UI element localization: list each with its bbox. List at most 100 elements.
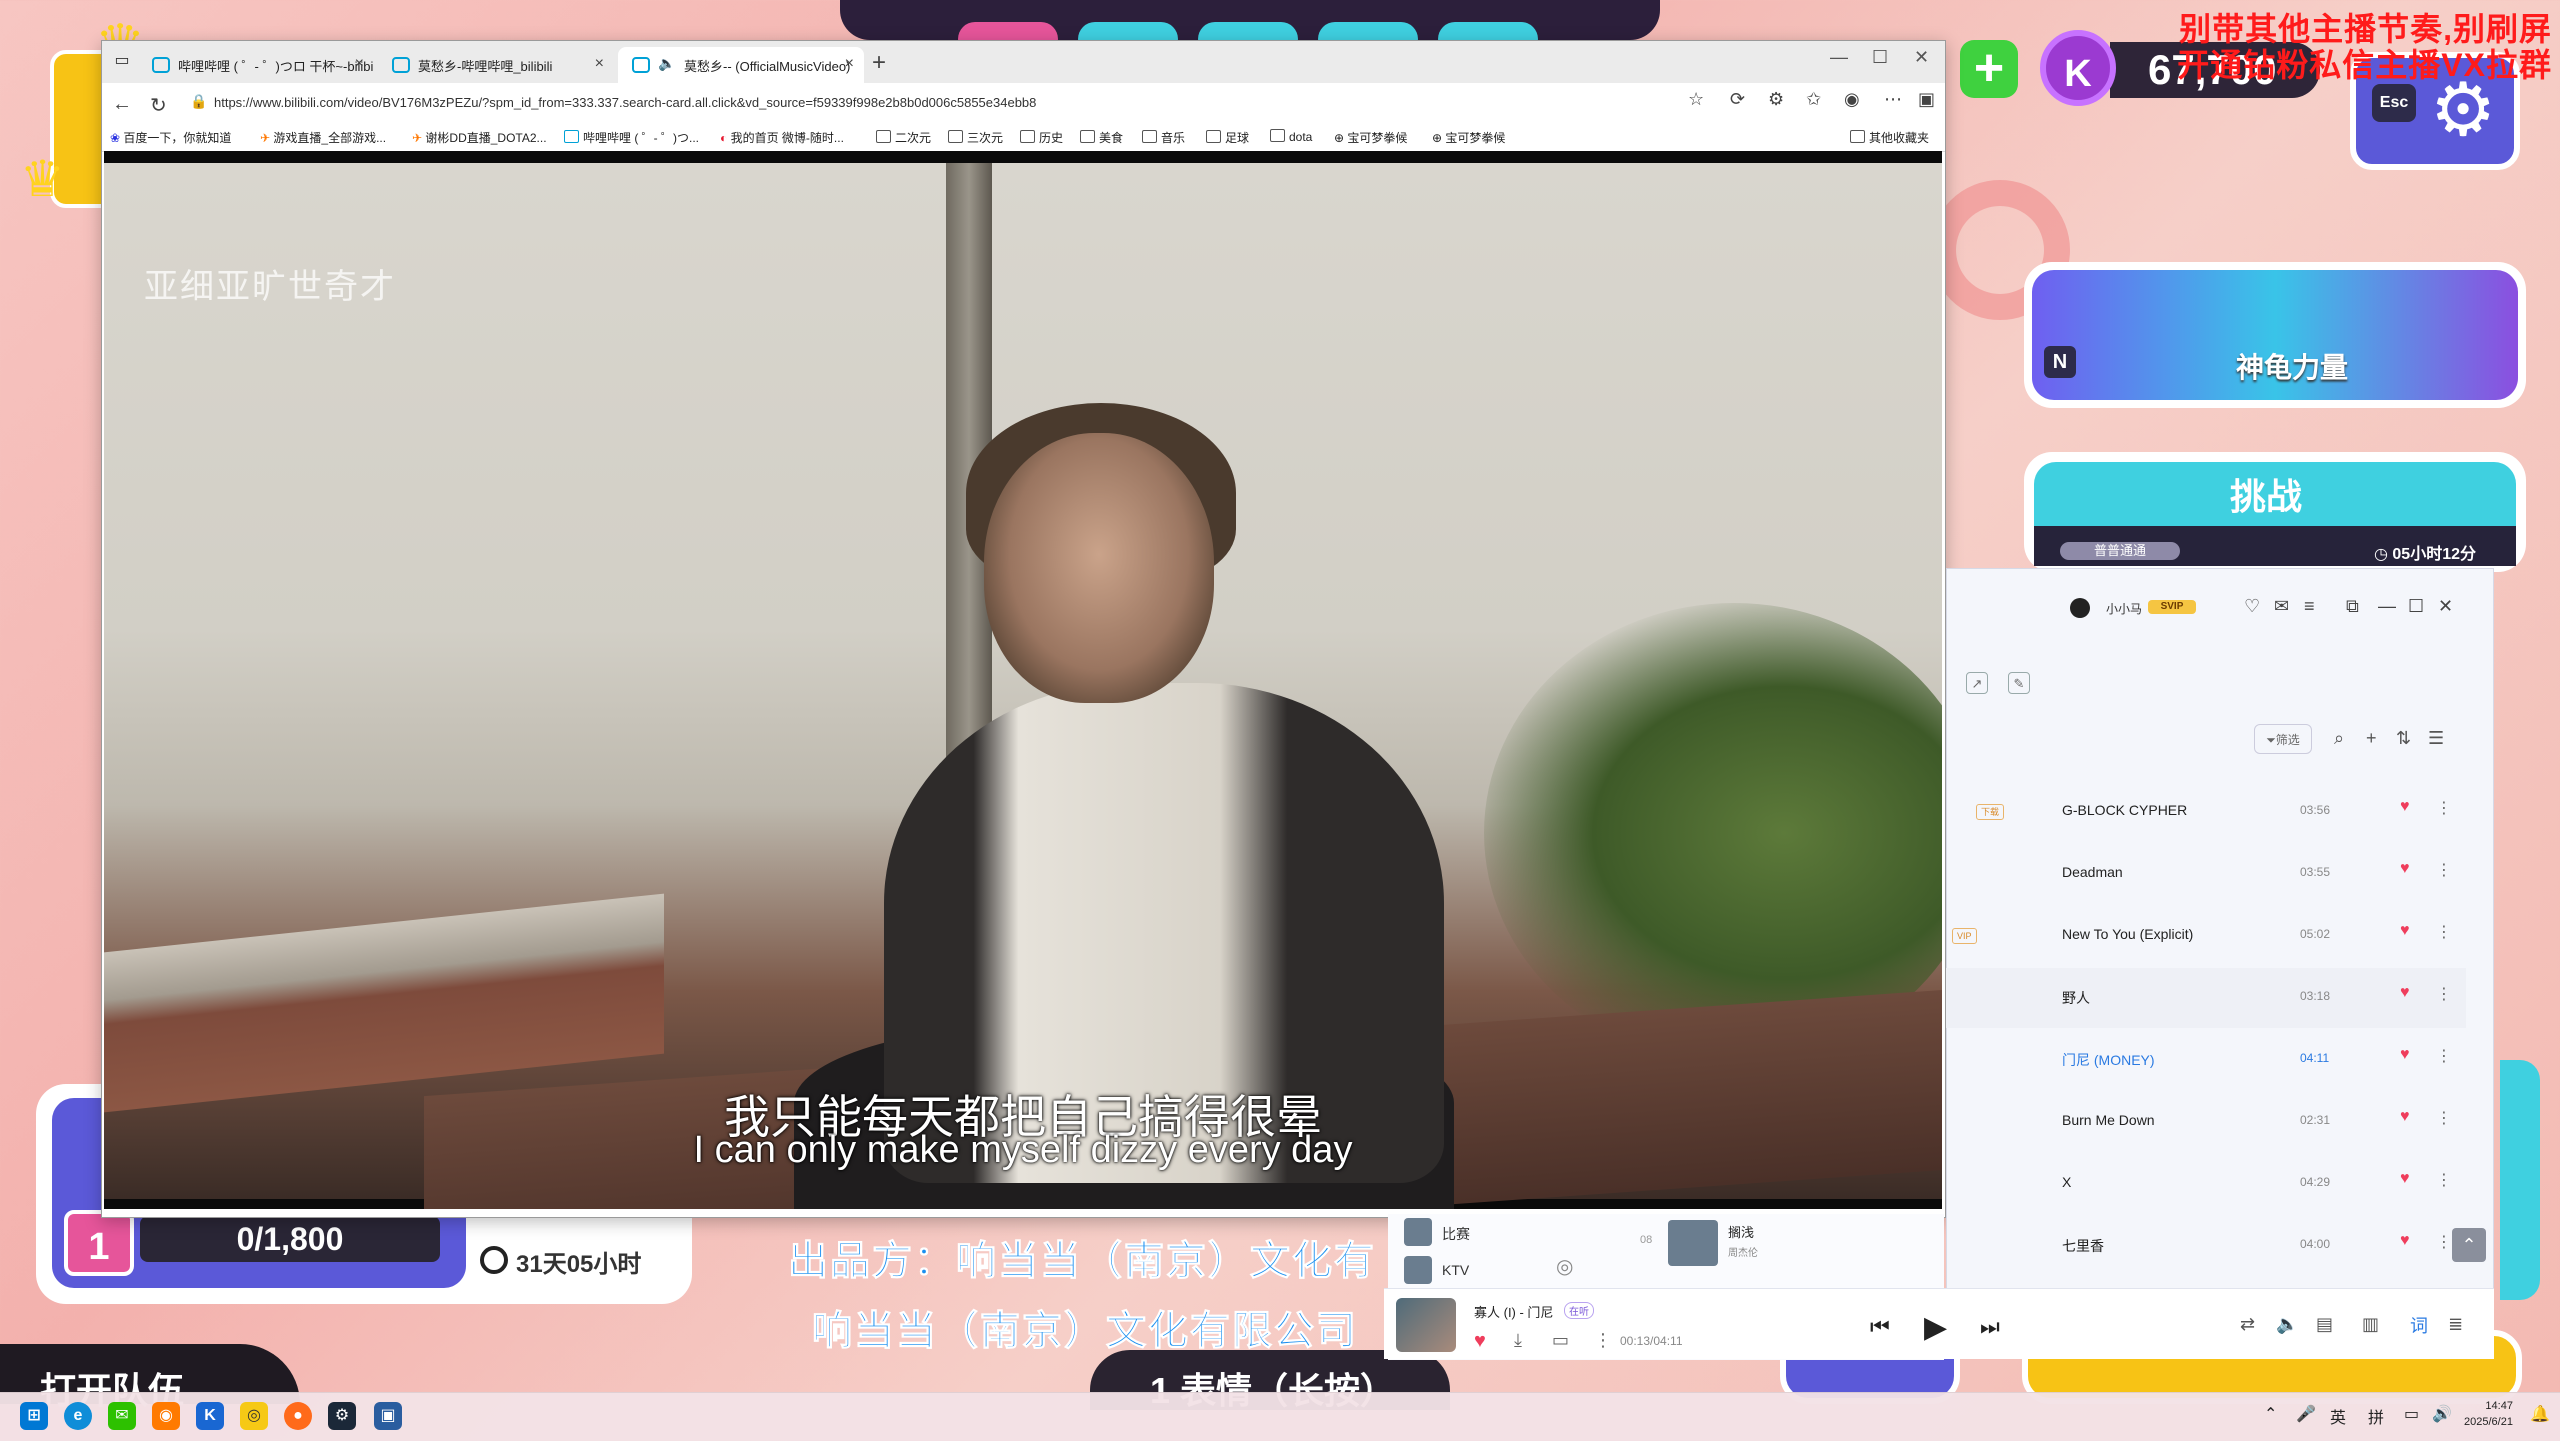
kugou-icon[interactable]: K: [196, 1402, 224, 1430]
bookmark-item[interactable]: ❀ 百度一下，你就知道: [110, 129, 231, 146]
more-icon[interactable]: ⋮: [2436, 984, 2452, 1004]
refresh-icon[interactable]: ↻: [150, 93, 167, 118]
more-icon[interactable]: ⋮: [2436, 1046, 2452, 1066]
douyu-app-icon[interactable]: ◉: [152, 1402, 180, 1430]
edit-icon[interactable]: ✎: [2008, 672, 2030, 694]
favorites-bar-icon[interactable]: ✩: [1806, 89, 1821, 110]
wechat-icon[interactable]: ✉: [108, 1402, 136, 1430]
bookmark-folder[interactable]: 三次元: [948, 129, 1003, 146]
sort-icon[interactable]: ⇅: [2396, 728, 2411, 749]
sound-effect-icon[interactable]: ▥: [2362, 1314, 2379, 1335]
more-icon[interactable]: ⋮: [2436, 1232, 2452, 1252]
volume-icon[interactable]: 🔊: [2432, 1404, 2452, 1424]
show-hidden-icons[interactable]: ⌃: [2264, 1404, 2277, 1424]
add-icon[interactable]: +: [2366, 728, 2377, 749]
url-field[interactable]: https://www.bilibili.com/video/BV176M3zP…: [214, 89, 1714, 117]
add-coins-button[interactable]: +: [1960, 40, 2018, 98]
song-row[interactable]: Deadman 03:55 ♥ ⋮: [1946, 844, 2466, 904]
lock-icon[interactable]: 🔒: [190, 93, 207, 110]
close-window-button[interactable]: ✕: [1914, 47, 1929, 68]
song-row[interactable]: 下载 G-BLOCK CYPHER 03:56 ♥ ⋮: [1946, 782, 2466, 842]
next-icon[interactable]: ⏭: [1980, 1314, 2000, 1340]
bookmark-item[interactable]: ✈ 谢彬DD直播_DOTA2...: [412, 129, 547, 146]
song-row[interactable]: X 04:29 ♥ ⋮: [1946, 1154, 2466, 1214]
obs-app-icon[interactable]: ▣: [374, 1402, 402, 1430]
ad-block-icon[interactable]: ⚙: [1768, 89, 1784, 110]
side-song-artist[interactable]: 周杰伦: [1728, 1244, 1758, 1259]
sidebar-item-match[interactable]: 比赛: [1442, 1224, 1470, 1244]
bookmark-item[interactable]: ⊕ 宝可梦拳候: [1432, 129, 1505, 146]
play-icon[interactable]: ▶: [1924, 1310, 1947, 1345]
more-icon[interactable]: ⋮: [2436, 798, 2452, 818]
comment-icon[interactable]: ▭: [1552, 1330, 1569, 1351]
mini-mode-icon[interactable]: ⧉: [2346, 596, 2359, 617]
quality-icon[interactable]: ▤: [2316, 1314, 2333, 1335]
download-icon[interactable]: ⤓: [1514, 1330, 1522, 1351]
clock[interactable]: 14:47 2025/6/21: [2464, 1398, 2513, 1430]
previous-icon[interactable]: ⏮: [1870, 1314, 1890, 1340]
more-vertical-icon[interactable]: ⋮: [1594, 1330, 1612, 1351]
heart-icon[interactable]: ♥: [2400, 984, 2410, 1002]
extension-icon[interactable]: ⟳: [1730, 89, 1745, 110]
heart-icon[interactable]: ♥: [2400, 1232, 2410, 1250]
ime-mode[interactable]: 拼: [2368, 1404, 2384, 1428]
song-row[interactable]: Burn Me Down 02:31 ♥ ⋮: [1946, 1092, 2466, 1152]
close-tab-icon[interactable]: ×: [355, 55, 364, 73]
maximize-icon[interactable]: ☐: [2408, 596, 2424, 617]
list-icon[interactable]: ☰: [2428, 728, 2444, 749]
new-tab-button[interactable]: +: [872, 49, 886, 77]
lyrics-button[interactable]: 词: [2410, 1312, 2428, 1338]
bookmark-folder[interactable]: 美食: [1080, 129, 1123, 146]
notification-icon[interactable]: 🔔: [2530, 1404, 2550, 1424]
bookmark-item[interactable]: ⊕ 宝可梦拳候: [1334, 129, 1407, 146]
tab-mochouxiang-mv[interactable]: 🔈 莫愁乡-- (OfficialMusicVideo) ×: [618, 47, 864, 83]
bookmark-item[interactable]: ◐ 我的首页 微博-随时...: [720, 129, 844, 146]
target-icon[interactable]: ◎: [1556, 1254, 1573, 1279]
svip-badge[interactable]: SVIP: [2148, 600, 2196, 614]
heart-icon[interactable]: ♥: [2400, 922, 2410, 940]
maximize-button[interactable]: ☐: [1872, 47, 1888, 68]
song-row[interactable]: 七里香 04:00 ♥ ⋮: [1946, 1216, 2466, 1276]
more-menu-icon[interactable]: ⋯: [1884, 89, 1902, 110]
tab-actions-icon[interactable]: ▭: [112, 51, 132, 71]
minimize-icon[interactable]: —: [2378, 596, 2396, 617]
windows-start-icon[interactable]: ⊞: [20, 1402, 48, 1430]
bookmark-folder[interactable]: 历史: [1020, 129, 1063, 146]
bookmark-folder[interactable]: 足球: [1206, 129, 1249, 146]
favorite-icon[interactable]: ☆: [1688, 89, 1704, 110]
close-tab-icon[interactable]: ×: [595, 55, 604, 73]
avatar[interactable]: [2070, 598, 2090, 618]
share-icon[interactable]: ↗: [1966, 672, 1988, 694]
speaker-icon[interactable]: 🔈: [658, 55, 675, 72]
video-player[interactable]: 亚细亚旷世奇才 我只能每天都把自己搞得很晕 I can only make my…: [104, 151, 1942, 1209]
tab-mochouxiang[interactable]: 莫愁乡-哔哩哔哩_bilibili ×: [378, 47, 614, 83]
search-icon[interactable]: ⌕: [2334, 728, 2344, 749]
steam-icon[interactable]: ⚙: [328, 1402, 356, 1430]
ime-language[interactable]: 英: [2330, 1404, 2346, 1428]
bookmark-item[interactable]: ✈ 游戏直播_全部游戏...: [260, 129, 386, 146]
heart-icon[interactable]: ♥: [2400, 798, 2410, 816]
sidebar-item-ktv[interactable]: KTV: [1442, 1262, 1469, 1278]
heart-icon[interactable]: ♥: [2400, 1170, 2410, 1188]
more-icon[interactable]: ⋮: [2436, 1170, 2452, 1190]
bookmark-folder[interactable]: 二次元: [876, 129, 931, 146]
heart-icon[interactable]: ♥: [2400, 1108, 2410, 1126]
bookmark-folder[interactable]: dota: [1270, 129, 1312, 144]
now-playing-cover[interactable]: [1396, 1298, 1456, 1352]
edge-icon[interactable]: e: [64, 1402, 92, 1430]
more-icon[interactable]: ⋮: [2436, 860, 2452, 880]
now-playing-title[interactable]: 寡人 (I) - 门尼: [1474, 1302, 1553, 1321]
side-song-title[interactable]: 搁浅: [1728, 1222, 1754, 1241]
message-icon[interactable]: ✉: [2274, 596, 2289, 617]
song-row[interactable]: 野人 03:18 ♥ ⋮: [1946, 968, 2466, 1028]
skin-icon[interactable]: ♡: [2244, 596, 2260, 617]
menu-icon[interactable]: ≡: [2304, 596, 2315, 617]
more-icon[interactable]: ⋮: [2436, 1108, 2452, 1128]
more-icon[interactable]: ⋮: [2436, 922, 2452, 942]
repeat-icon[interactable]: ⇄: [2240, 1314, 2255, 1335]
close-icon[interactable]: ✕: [2438, 596, 2453, 617]
like-icon[interactable]: ♥: [1474, 1330, 1486, 1353]
scroll-top-button[interactable]: ⌃: [2452, 1228, 2486, 1262]
profile-icon[interactable]: ◉: [1844, 89, 1860, 110]
other-bookmarks-folder[interactable]: 其他收藏夹: [1850, 129, 1929, 146]
